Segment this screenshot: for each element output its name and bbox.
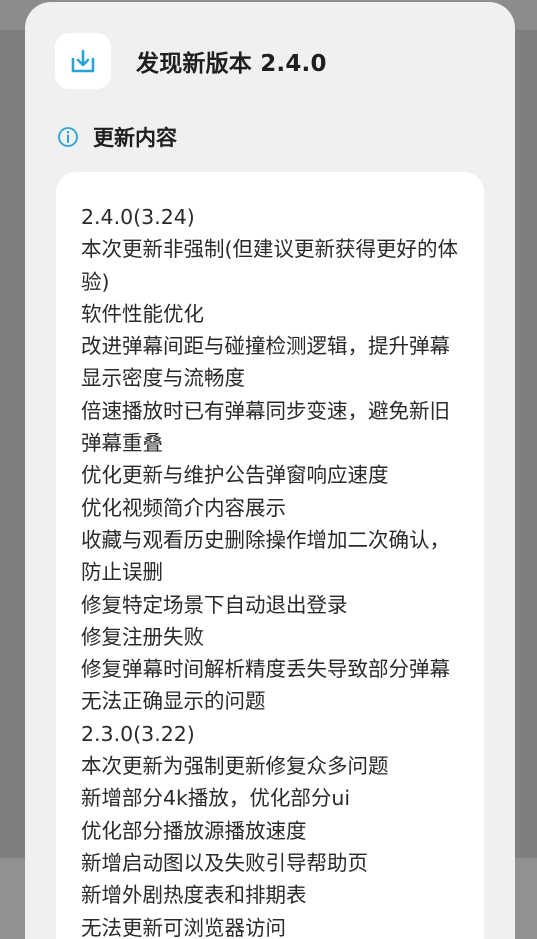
update-dialog: 发现新版本 2.4.0 更新内容 2.4.0(3.24) 本次更新非强制(但建议… (25, 2, 515, 939)
info-icon (58, 127, 78, 147)
changelog-line: 2.4.0(3.24) (81, 205, 195, 229)
changelog-line: 修复特定场景下自动退出登录 (81, 592, 348, 617)
download-icon (55, 33, 111, 89)
changelog-line: 软件性能优化 (81, 301, 204, 326)
changelog-line: 本次更新为强制更新修复众多问题 (81, 754, 389, 779)
changelog-line: 2.3.0(3.22) (81, 721, 195, 746)
changelog-line: 改进弹幕间距与碰撞检测逻辑，提升弹幕显示密度与流畅度 (81, 334, 450, 391)
changelog-line: 收藏与观看历史删除操作增加二次确认，防止误删 (81, 527, 450, 585)
section-header: 更新内容 (57, 121, 177, 153)
changelog-line: 修复弹幕时间解析精度丢失导致部分弹幕无法正确显示的问题 (81, 657, 450, 714)
changelog-line: 优化部分播放源播放速度 (81, 818, 307, 843)
changelog-line: 新增启动图以及失败引导帮助页 (81, 850, 368, 875)
section-title: 更新内容 (93, 126, 177, 150)
changelog-line: 无法更新可浏览器访问 (81, 915, 286, 939)
changelog-line: 新增外剧热度表和排期表 (81, 883, 307, 908)
changelog-line: 优化更新与维护公告弹窗响应速度 (81, 463, 389, 488)
changelog-line: 优化视频简介内容展示 (81, 495, 286, 520)
changelog-card[interactable]: 2.4.0(3.24) 本次更新非强制(但建议更新获得更好的体验) 软件性能优化… (56, 172, 484, 939)
changelog-line: 本次更新非强制(但建议更新获得更好的体验) (81, 237, 458, 294)
changelog-line: 倍速播放时已有弹幕同步变速，避免新旧弹幕重叠 (81, 398, 450, 456)
dialog-header: 发现新版本 2.4.0 (55, 33, 327, 89)
changelog-line: 新增部分4k播放，优化部分ui (81, 786, 351, 811)
changelog-line: 修复注册失败 (81, 624, 204, 649)
dialog-title: 发现新版本 2.4.0 (136, 51, 327, 77)
changelog-list: 2.4.0(3.24) 本次更新非强制(但建议更新获得更好的体验) 软件性能优化… (56, 172, 484, 939)
